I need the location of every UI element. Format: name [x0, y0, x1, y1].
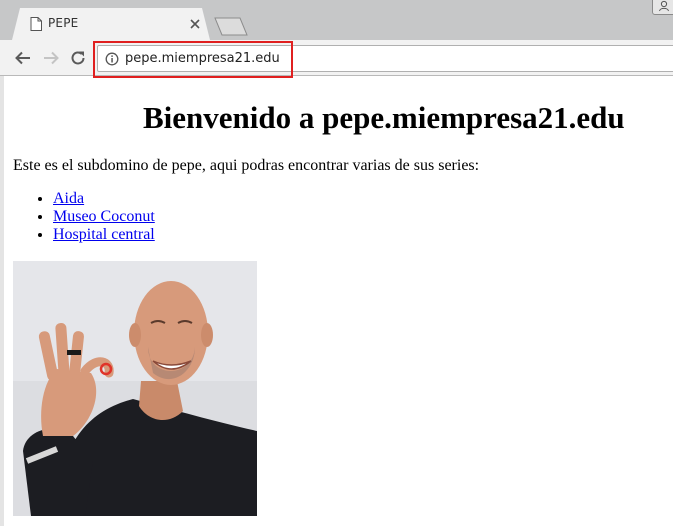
person-photo [13, 261, 257, 516]
tab-strip: PEPE [0, 0, 673, 40]
reload-icon[interactable] [69, 49, 87, 67]
intro-text: Este es el subdomino de pepe, aqui podra… [13, 157, 480, 174]
address-highlight-box [93, 41, 293, 78]
profile-button[interactable] [652, 0, 673, 15]
series-link-hospital-central[interactable]: Hospital central [53, 226, 155, 243]
list-item: Aida [53, 190, 155, 208]
close-icon[interactable] [188, 17, 202, 31]
series-link-museo-coconut[interactable]: Museo Coconut [53, 208, 155, 225]
window-edge [0, 76, 4, 526]
page-icon [30, 17, 42, 31]
new-tab-button[interactable] [214, 17, 248, 36]
forward-arrow-icon[interactable] [42, 49, 60, 67]
back-arrow-icon[interactable] [14, 49, 32, 67]
list-item: Museo Coconut [53, 208, 155, 226]
list-item: Hospital central [53, 226, 155, 244]
series-list: Aida Museo Coconut Hospital central [13, 190, 155, 244]
series-link-aida[interactable]: Aida [53, 190, 84, 207]
person-icon [659, 0, 669, 12]
browser-tab[interactable]: PEPE [12, 8, 210, 40]
page-heading: Bienvenido a pepe.miempresa21.edu [143, 100, 625, 135]
tab-title: PEPE [48, 16, 79, 30]
